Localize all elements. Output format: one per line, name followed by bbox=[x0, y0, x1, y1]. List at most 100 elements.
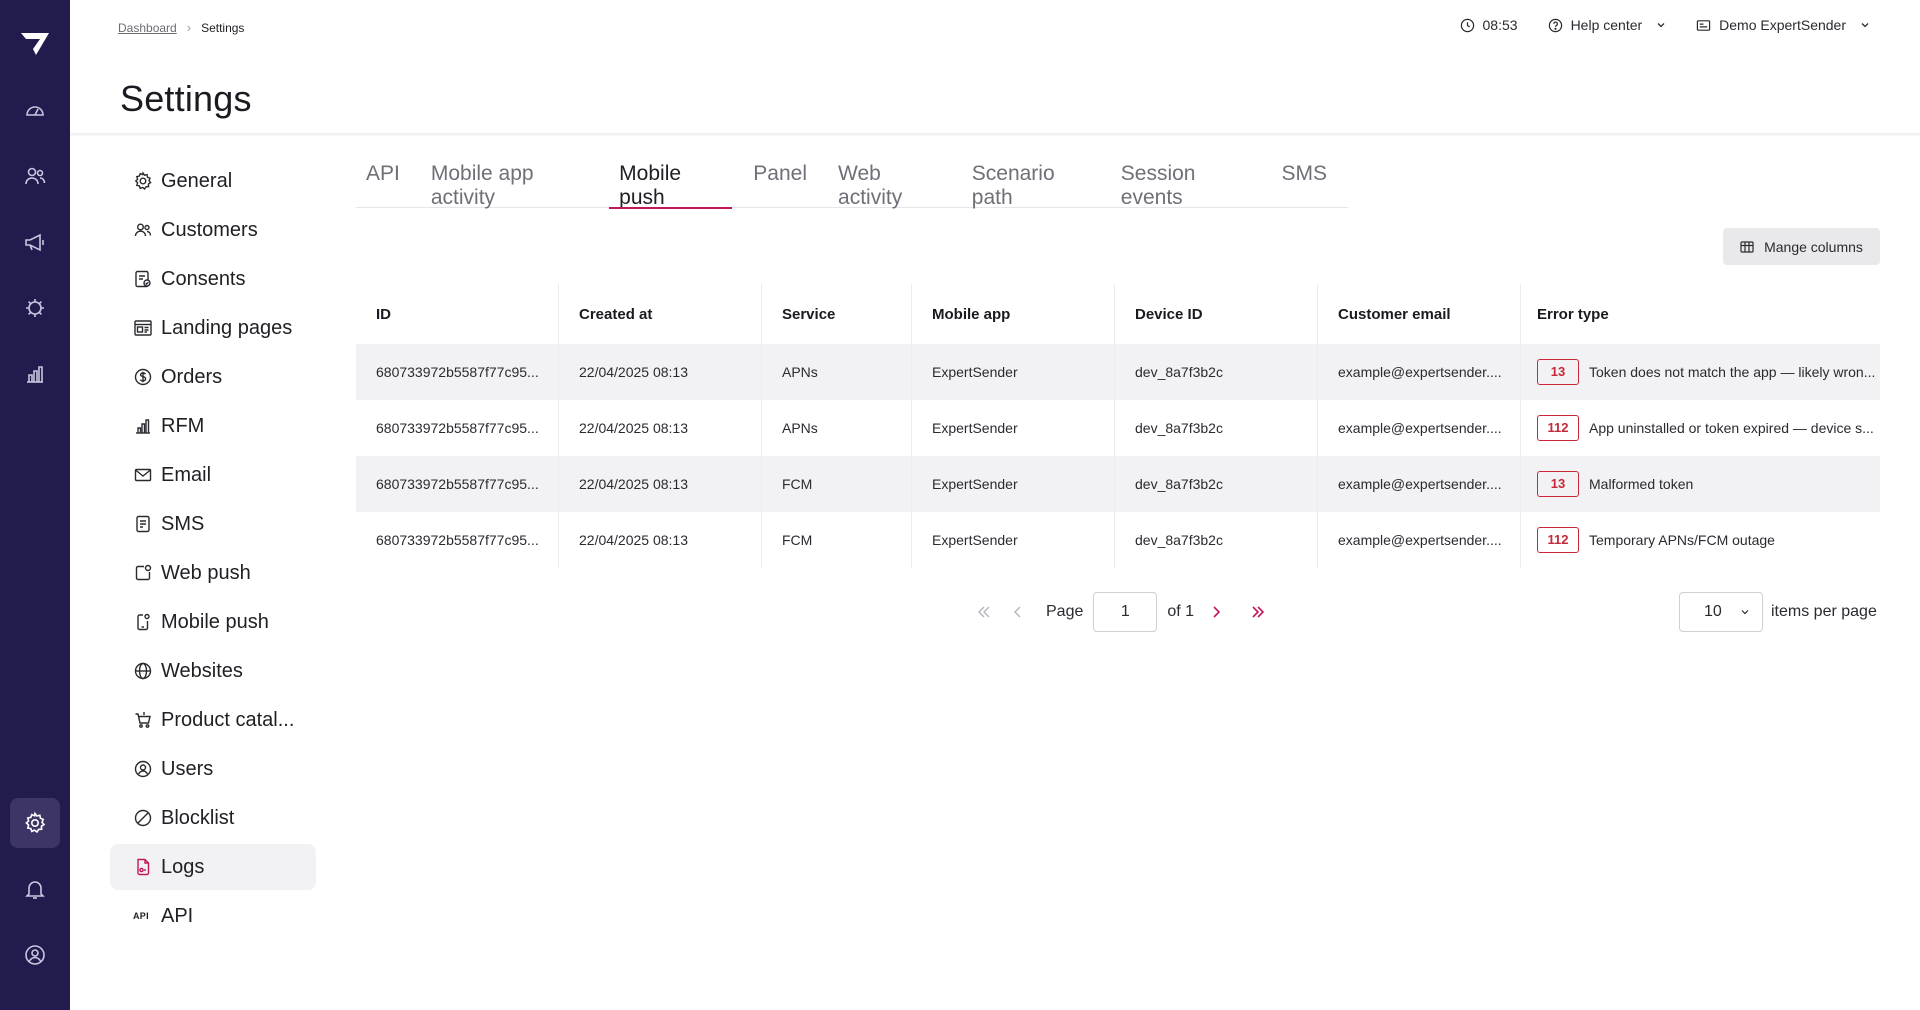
tab-session-events[interactable]: Session events bbox=[1111, 154, 1261, 209]
app-logo-icon[interactable] bbox=[19, 29, 51, 57]
mobile-push-icon bbox=[137, 613, 150, 631]
settings-nav-label: SMS bbox=[161, 512, 205, 535]
campaigns-icon[interactable] bbox=[20, 227, 50, 257]
cell-customer-email: example@expertsender.... bbox=[1318, 400, 1521, 456]
automation-icon[interactable] bbox=[20, 293, 50, 323]
tab-panel[interactable]: Panel bbox=[743, 154, 817, 208]
column-header-customer-email[interactable]: Customer email bbox=[1318, 284, 1521, 344]
error-code-badge: 13 bbox=[1537, 359, 1579, 385]
items-per-page-select[interactable]: 10 bbox=[1679, 592, 1763, 632]
settings-nav-orders[interactable]: Orders bbox=[110, 354, 316, 400]
manage-columns-label: Mange columns bbox=[1764, 238, 1863, 255]
settings-nav-consents[interactable]: Consents bbox=[110, 256, 316, 302]
column-header-created-at[interactable]: Created at bbox=[559, 284, 762, 344]
account-dropdown[interactable]: Demo ExpertSender bbox=[1696, 17, 1870, 33]
items-per-page-value: 10 bbox=[1704, 603, 1722, 620]
settings-nav-logs[interactable]: Logs bbox=[110, 844, 316, 890]
error-description: App uninstalled or token expired — devic… bbox=[1589, 420, 1874, 436]
cell-error-type: 13 Token does not match the app — likely… bbox=[1521, 344, 1880, 400]
breadcrumb: Dashboard › Settings bbox=[118, 20, 244, 35]
tab-sms[interactable]: SMS bbox=[1271, 154, 1337, 208]
items-per-page: 10 items per page bbox=[1679, 592, 1877, 632]
logs-icon bbox=[137, 858, 150, 876]
globe-icon bbox=[134, 662, 152, 680]
settings-nav-label: Landing pages bbox=[161, 316, 293, 339]
tab-api[interactable]: API bbox=[356, 154, 410, 208]
settings-nav-label: Websites bbox=[161, 659, 243, 682]
cell-created-at: 22/04/2025 08:13 bbox=[559, 512, 762, 568]
customers-icon[interactable] bbox=[20, 161, 50, 191]
profile-icon[interactable] bbox=[20, 940, 50, 970]
cell-error-type: 112 Temporary APNs/FCM outage bbox=[1521, 512, 1880, 568]
analytics-icon[interactable] bbox=[20, 359, 50, 389]
cell-mobile-app: ExpertSender bbox=[912, 512, 1115, 568]
settings-nav-general[interactable]: General bbox=[110, 158, 316, 204]
landing-page-icon bbox=[134, 320, 152, 336]
settings-nav-label: Email bbox=[161, 463, 212, 486]
first-page-icon[interactable] bbox=[970, 598, 998, 626]
cell-customer-email: example@expertsender.... bbox=[1318, 344, 1521, 400]
clock-time: 08:53 bbox=[1482, 17, 1518, 33]
table-row[interactable]: 680733972b5587f77c95... 22/04/2025 08:13… bbox=[356, 456, 1880, 512]
cell-device-id: dev_8a7f3b2c bbox=[1115, 344, 1318, 400]
previous-page-icon[interactable] bbox=[1004, 598, 1032, 626]
page-number-input[interactable]: 1 bbox=[1093, 592, 1158, 632]
column-header-mobile-app[interactable]: Mobile app bbox=[912, 284, 1115, 344]
error-description: Temporary APNs/FCM outage bbox=[1589, 532, 1775, 548]
cell-error-type: 112 App uninstalled or token expired — d… bbox=[1521, 400, 1880, 456]
settings-nav-landing-pages[interactable]: Landing pages bbox=[110, 305, 316, 351]
cell-created-at: 22/04/2025 08:13 bbox=[559, 456, 762, 512]
settings-nav-product-catalog[interactable]: Product catal... bbox=[110, 697, 316, 743]
settings-nav-label: Web push bbox=[161, 561, 251, 584]
settings-nav-websites[interactable]: Websites bbox=[110, 648, 316, 694]
settings-nav-label: Consents bbox=[161, 267, 246, 290]
column-header-service[interactable]: Service bbox=[762, 284, 912, 344]
next-page-icon[interactable] bbox=[1202, 598, 1230, 626]
settings-nav-blocklist[interactable]: Blocklist bbox=[110, 795, 316, 841]
tab-mobile-push[interactable]: Mobile push bbox=[609, 154, 733, 209]
settings-nav-label: RFM bbox=[161, 414, 205, 437]
cell-mobile-app: ExpertSender bbox=[912, 456, 1115, 512]
settings-nav-rfm[interactable]: RFM bbox=[110, 403, 316, 449]
settings-nav-web-push[interactable]: Web push bbox=[110, 550, 316, 596]
help-center-dropdown[interactable]: Help center bbox=[1548, 17, 1667, 33]
breadcrumb-dashboard-link[interactable]: Dashboard bbox=[118, 21, 177, 35]
notifications-icon[interactable] bbox=[20, 874, 50, 904]
column-header-id[interactable]: ID bbox=[356, 284, 559, 344]
tab-web-activity[interactable]: Web activity bbox=[828, 154, 951, 209]
table-row[interactable]: 680733972b5587f77c95... 22/04/2025 08:13… bbox=[356, 512, 1880, 568]
account-card-icon bbox=[1696, 19, 1711, 31]
settings-nav-label: Logs bbox=[161, 855, 205, 878]
settings-nav-api[interactable]: API API bbox=[110, 893, 316, 939]
tab-scenario-path[interactable]: Scenario path bbox=[962, 154, 1100, 209]
items-per-page-label: items per page bbox=[1771, 603, 1877, 620]
cell-created-at: 22/04/2025 08:13 bbox=[559, 344, 762, 400]
chevron-right-icon: › bbox=[186, 20, 192, 35]
column-header-device-id[interactable]: Device ID bbox=[1115, 284, 1318, 344]
chevron-down-icon bbox=[1741, 610, 1749, 615]
cell-mobile-app: ExpertSender bbox=[912, 344, 1115, 400]
settings-nav-email[interactable]: Email bbox=[110, 452, 316, 498]
mobile-push-log-table: ID Created at Service Mobile app Device … bbox=[356, 284, 1880, 568]
cell-customer-email: example@expertsender.... bbox=[1318, 512, 1521, 568]
settings-nav-customers[interactable]: Customers bbox=[110, 207, 316, 253]
settings-nav-mobile-push[interactable]: Mobile push bbox=[110, 599, 316, 645]
dashboard-icon[interactable] bbox=[20, 95, 50, 125]
tab-mobile-app-activity[interactable]: Mobile app activity bbox=[421, 154, 598, 209]
clock-display: 08:53 bbox=[1460, 17, 1518, 33]
column-header-error-type[interactable]: Error type bbox=[1521, 284, 1880, 344]
settings-nav-label: Mobile push bbox=[161, 610, 269, 633]
consent-icon bbox=[135, 270, 151, 288]
account-name: Demo ExpertSender bbox=[1719, 17, 1846, 33]
page-title: Settings bbox=[120, 78, 252, 119]
last-page-icon[interactable] bbox=[1244, 598, 1272, 626]
settings-nav-sms[interactable]: SMS bbox=[110, 501, 316, 547]
table-row[interactable]: 680733972b5587f77c95... 22/04/2025 08:13… bbox=[356, 400, 1880, 456]
settings-icon[interactable] bbox=[10, 798, 60, 848]
settings-nav-users[interactable]: Users bbox=[110, 746, 316, 792]
cell-device-id: dev_8a7f3b2c bbox=[1115, 400, 1318, 456]
cell-device-id: dev_8a7f3b2c bbox=[1115, 512, 1318, 568]
manage-columns-button[interactable]: Mange columns bbox=[1723, 228, 1880, 265]
table-row[interactable]: 680733972b5587f77c95... 22/04/2025 08:13… bbox=[356, 344, 1880, 400]
cell-error-type: 13 Malformed token bbox=[1521, 456, 1880, 512]
